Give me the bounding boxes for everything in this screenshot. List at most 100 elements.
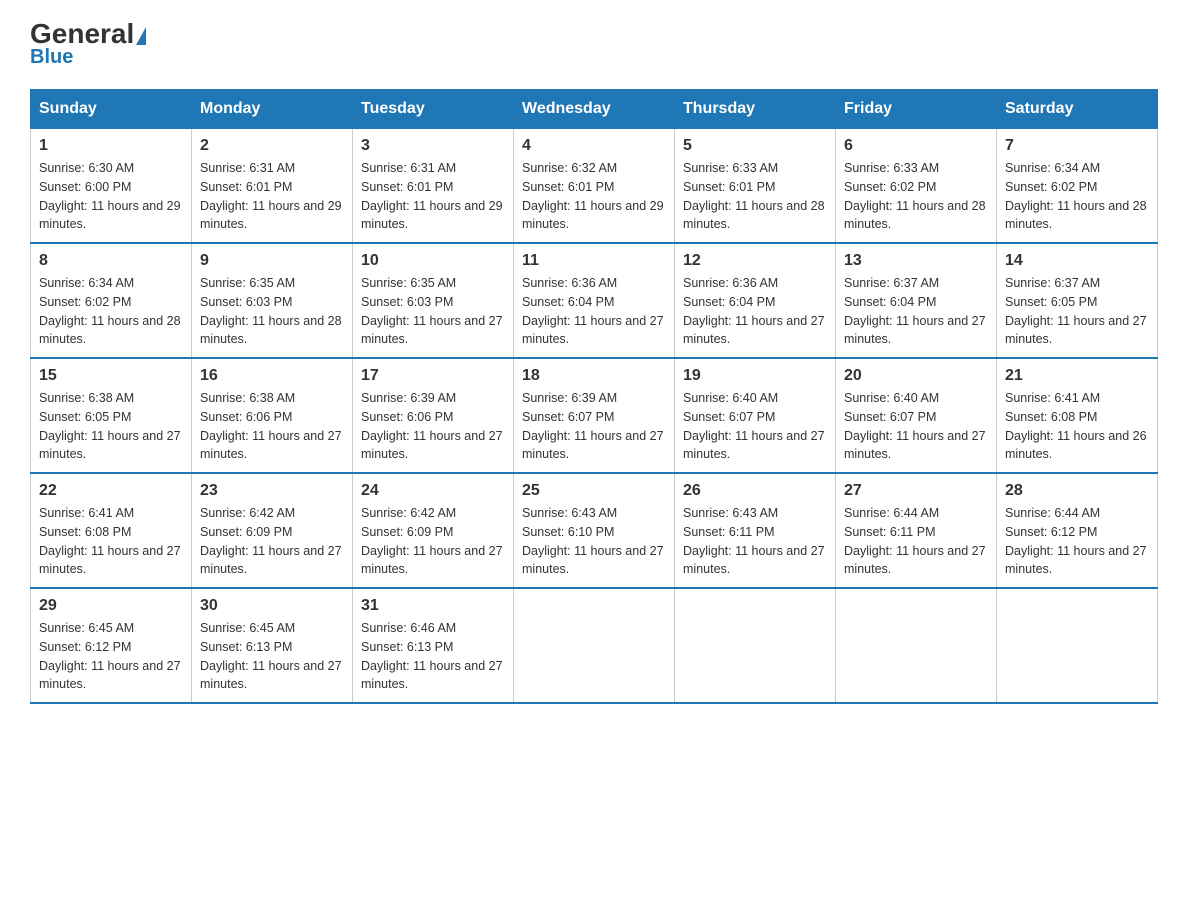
- calendar-cell: 2 Sunrise: 6:31 AM Sunset: 6:01 PM Dayli…: [192, 129, 353, 244]
- day-number: 7: [1005, 137, 1149, 155]
- calendar-cell: [514, 588, 675, 703]
- day-info: Sunrise: 6:38 AM Sunset: 6:06 PM Dayligh…: [200, 389, 344, 464]
- day-info: Sunrise: 6:35 AM Sunset: 6:03 PM Dayligh…: [200, 274, 344, 349]
- day-info: Sunrise: 6:42 AM Sunset: 6:09 PM Dayligh…: [361, 504, 505, 579]
- calendar-cell: 15 Sunrise: 6:38 AM Sunset: 6:05 PM Dayl…: [31, 358, 192, 473]
- calendar-cell: 21 Sunrise: 6:41 AM Sunset: 6:08 PM Dayl…: [997, 358, 1158, 473]
- day-info: Sunrise: 6:40 AM Sunset: 6:07 PM Dayligh…: [844, 389, 988, 464]
- calendar-week-row: 8 Sunrise: 6:34 AM Sunset: 6:02 PM Dayli…: [31, 243, 1158, 358]
- calendar-cell: 23 Sunrise: 6:42 AM Sunset: 6:09 PM Dayl…: [192, 473, 353, 588]
- day-info: Sunrise: 6:30 AM Sunset: 6:00 PM Dayligh…: [39, 159, 183, 234]
- calendar-table: SundayMondayTuesdayWednesdayThursdayFrid…: [30, 89, 1158, 704]
- day-number: 17: [361, 367, 505, 385]
- calendar-cell: 11 Sunrise: 6:36 AM Sunset: 6:04 PM Dayl…: [514, 243, 675, 358]
- day-info: Sunrise: 6:44 AM Sunset: 6:12 PM Dayligh…: [1005, 504, 1149, 579]
- calendar-cell: 14 Sunrise: 6:37 AM Sunset: 6:05 PM Dayl…: [997, 243, 1158, 358]
- calendar-cell: [836, 588, 997, 703]
- day-number: 11: [522, 252, 666, 270]
- day-number: 18: [522, 367, 666, 385]
- calendar-cell: 29 Sunrise: 6:45 AM Sunset: 6:12 PM Dayl…: [31, 588, 192, 703]
- day-info: Sunrise: 6:41 AM Sunset: 6:08 PM Dayligh…: [39, 504, 183, 579]
- calendar-cell: 17 Sunrise: 6:39 AM Sunset: 6:06 PM Dayl…: [353, 358, 514, 473]
- day-info: Sunrise: 6:45 AM Sunset: 6:12 PM Dayligh…: [39, 619, 183, 694]
- day-number: 26: [683, 482, 827, 500]
- day-number: 25: [522, 482, 666, 500]
- calendar-cell: 3 Sunrise: 6:31 AM Sunset: 6:01 PM Dayli…: [353, 129, 514, 244]
- day-number: 6: [844, 137, 988, 155]
- day-number: 20: [844, 367, 988, 385]
- day-info: Sunrise: 6:37 AM Sunset: 6:05 PM Dayligh…: [1005, 274, 1149, 349]
- calendar-cell: 1 Sunrise: 6:30 AM Sunset: 6:00 PM Dayli…: [31, 129, 192, 244]
- day-number: 4: [522, 137, 666, 155]
- day-number: 22: [39, 482, 183, 500]
- calendar-cell: 6 Sunrise: 6:33 AM Sunset: 6:02 PM Dayli…: [836, 129, 997, 244]
- logo-triangle-icon: [136, 27, 146, 45]
- calendar-cell: 28 Sunrise: 6:44 AM Sunset: 6:12 PM Dayl…: [997, 473, 1158, 588]
- day-info: Sunrise: 6:40 AM Sunset: 6:07 PM Dayligh…: [683, 389, 827, 464]
- day-info: Sunrise: 6:33 AM Sunset: 6:02 PM Dayligh…: [844, 159, 988, 234]
- calendar-cell: 25 Sunrise: 6:43 AM Sunset: 6:10 PM Dayl…: [514, 473, 675, 588]
- day-info: Sunrise: 6:43 AM Sunset: 6:10 PM Dayligh…: [522, 504, 666, 579]
- day-number: 23: [200, 482, 344, 500]
- day-number: 21: [1005, 367, 1149, 385]
- calendar-cell: 26 Sunrise: 6:43 AM Sunset: 6:11 PM Dayl…: [675, 473, 836, 588]
- calendar-cell: 19 Sunrise: 6:40 AM Sunset: 6:07 PM Dayl…: [675, 358, 836, 473]
- calendar-cell: 30 Sunrise: 6:45 AM Sunset: 6:13 PM Dayl…: [192, 588, 353, 703]
- calendar-cell: 18 Sunrise: 6:39 AM Sunset: 6:07 PM Dayl…: [514, 358, 675, 473]
- day-info: Sunrise: 6:39 AM Sunset: 6:07 PM Dayligh…: [522, 389, 666, 464]
- weekday-header-wednesday: Wednesday: [514, 90, 675, 129]
- calendar-cell: 13 Sunrise: 6:37 AM Sunset: 6:04 PM Dayl…: [836, 243, 997, 358]
- day-info: Sunrise: 6:43 AM Sunset: 6:11 PM Dayligh…: [683, 504, 827, 579]
- day-info: Sunrise: 6:39 AM Sunset: 6:06 PM Dayligh…: [361, 389, 505, 464]
- day-number: 15: [39, 367, 183, 385]
- day-number: 31: [361, 597, 505, 615]
- day-number: 1: [39, 137, 183, 155]
- calendar-cell: [675, 588, 836, 703]
- calendar-cell: 16 Sunrise: 6:38 AM Sunset: 6:06 PM Dayl…: [192, 358, 353, 473]
- calendar-cell: 24 Sunrise: 6:42 AM Sunset: 6:09 PM Dayl…: [353, 473, 514, 588]
- day-info: Sunrise: 6:32 AM Sunset: 6:01 PM Dayligh…: [522, 159, 666, 234]
- day-number: 10: [361, 252, 505, 270]
- day-info: Sunrise: 6:45 AM Sunset: 6:13 PM Dayligh…: [200, 619, 344, 694]
- weekday-header-sunday: Sunday: [31, 90, 192, 129]
- weekday-header-tuesday: Tuesday: [353, 90, 514, 129]
- day-info: Sunrise: 6:37 AM Sunset: 6:04 PM Dayligh…: [844, 274, 988, 349]
- day-number: 19: [683, 367, 827, 385]
- calendar-cell: 31 Sunrise: 6:46 AM Sunset: 6:13 PM Dayl…: [353, 588, 514, 703]
- day-number: 30: [200, 597, 344, 615]
- day-number: 13: [844, 252, 988, 270]
- day-number: 3: [361, 137, 505, 155]
- calendar-week-row: 29 Sunrise: 6:45 AM Sunset: 6:12 PM Dayl…: [31, 588, 1158, 703]
- day-info: Sunrise: 6:42 AM Sunset: 6:09 PM Dayligh…: [200, 504, 344, 579]
- weekday-header-monday: Monday: [192, 90, 353, 129]
- calendar-cell: 5 Sunrise: 6:33 AM Sunset: 6:01 PM Dayli…: [675, 129, 836, 244]
- page-header: General Blue: [30, 20, 1158, 69]
- weekday-header-saturday: Saturday: [997, 90, 1158, 129]
- calendar-cell: 7 Sunrise: 6:34 AM Sunset: 6:02 PM Dayli…: [997, 129, 1158, 244]
- calendar-cell: 12 Sunrise: 6:36 AM Sunset: 6:04 PM Dayl…: [675, 243, 836, 358]
- logo-general: General: [30, 20, 146, 48]
- calendar-cell: 8 Sunrise: 6:34 AM Sunset: 6:02 PM Dayli…: [31, 243, 192, 358]
- calendar-cell: 22 Sunrise: 6:41 AM Sunset: 6:08 PM Dayl…: [31, 473, 192, 588]
- day-info: Sunrise: 6:46 AM Sunset: 6:13 PM Dayligh…: [361, 619, 505, 694]
- day-number: 29: [39, 597, 183, 615]
- day-number: 24: [361, 482, 505, 500]
- day-number: 8: [39, 252, 183, 270]
- day-info: Sunrise: 6:38 AM Sunset: 6:05 PM Dayligh…: [39, 389, 183, 464]
- day-info: Sunrise: 6:36 AM Sunset: 6:04 PM Dayligh…: [522, 274, 666, 349]
- day-number: 28: [1005, 482, 1149, 500]
- calendar-cell: [997, 588, 1158, 703]
- day-number: 12: [683, 252, 827, 270]
- day-info: Sunrise: 6:31 AM Sunset: 6:01 PM Dayligh…: [361, 159, 505, 234]
- calendar-cell: 10 Sunrise: 6:35 AM Sunset: 6:03 PM Dayl…: [353, 243, 514, 358]
- day-number: 27: [844, 482, 988, 500]
- weekday-header-row: SundayMondayTuesdayWednesdayThursdayFrid…: [31, 90, 1158, 129]
- calendar-cell: 20 Sunrise: 6:40 AM Sunset: 6:07 PM Dayl…: [836, 358, 997, 473]
- calendar-week-row: 15 Sunrise: 6:38 AM Sunset: 6:05 PM Dayl…: [31, 358, 1158, 473]
- calendar-cell: 4 Sunrise: 6:32 AM Sunset: 6:01 PM Dayli…: [514, 129, 675, 244]
- weekday-header-thursday: Thursday: [675, 90, 836, 129]
- calendar-week-row: 22 Sunrise: 6:41 AM Sunset: 6:08 PM Dayl…: [31, 473, 1158, 588]
- day-info: Sunrise: 6:33 AM Sunset: 6:01 PM Dayligh…: [683, 159, 827, 234]
- day-info: Sunrise: 6:34 AM Sunset: 6:02 PM Dayligh…: [39, 274, 183, 349]
- day-info: Sunrise: 6:34 AM Sunset: 6:02 PM Dayligh…: [1005, 159, 1149, 234]
